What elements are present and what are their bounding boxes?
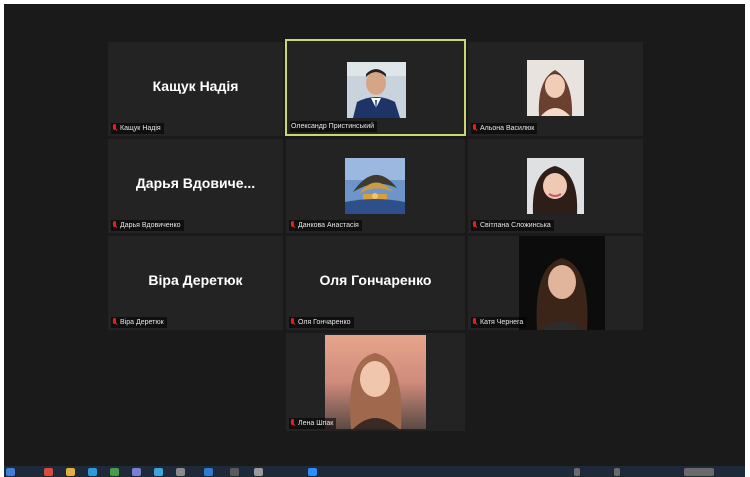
participant-label-text: Катя Чернега — [480, 319, 524, 326]
taskbar-app-icon[interactable] — [6, 468, 15, 476]
participant-tile[interactable]: Данкова Анастасія — [286, 139, 465, 233]
participant-name-display: Дарья Вдовиче... — [135, 174, 256, 191]
participant-name-display: Кащук Надія — [152, 77, 239, 94]
taskbar-app-icon[interactable] — [132, 468, 141, 476]
participant-video — [527, 158, 584, 214]
participant-video-image — [519, 236, 605, 330]
participant-label-text: Світлана Сложинська — [480, 222, 551, 229]
taskbar-app-icon[interactable] — [204, 468, 213, 476]
participant-name-display: Оля Гончаренко — [319, 271, 432, 288]
taskbar-app-icon[interactable] — [254, 468, 263, 476]
muted-mic-icon — [112, 318, 118, 327]
participant-video — [325, 335, 426, 429]
participant-video-image — [527, 158, 584, 214]
participant-label: Олександр Пристинський — [290, 121, 378, 132]
participant-video — [345, 158, 405, 214]
participant-label-text: Дарья Вдовиченко — [120, 222, 181, 229]
participant-label-text: Віра Деретюк — [120, 319, 164, 326]
participant-label-text: Оля Гончаренко — [298, 319, 351, 326]
taskbar-app-icon[interactable] — [176, 468, 185, 476]
participant-tile[interactable]: Лена Шпак — [286, 333, 465, 431]
muted-mic-icon — [290, 419, 296, 428]
muted-mic-icon — [290, 318, 296, 327]
participant-label-text: Альона Василюк — [480, 125, 535, 132]
participant-video-image — [325, 335, 426, 429]
participant-label: Катя Чернега — [471, 317, 527, 328]
taskbar-app-icon[interactable] — [110, 468, 119, 476]
muted-mic-icon — [290, 221, 296, 230]
muted-mic-icon — [472, 318, 478, 327]
participant-label-text: Олександр Пристинський — [291, 123, 375, 130]
participant-label-text: Лена Шпак — [298, 420, 334, 427]
participant-tile[interactable]: Катя Чернега — [468, 236, 643, 330]
participant-name-display: Віра Деретюк — [148, 271, 243, 288]
participant-label-text: Данкова Анастасія — [298, 222, 359, 229]
taskbar-app-icon[interactable] — [230, 468, 239, 476]
taskbar — [4, 466, 745, 477]
participant-label: Лена Шпак — [289, 418, 337, 429]
participant-video-image — [527, 60, 584, 116]
participant-video — [527, 60, 584, 116]
taskbar-app-icon[interactable] — [44, 468, 53, 476]
participant-label: Оля Гончаренко — [289, 317, 354, 328]
participant-tile[interactable]: Кащук Надія Кащук Надія — [108, 42, 283, 136]
muted-mic-icon — [472, 124, 478, 133]
tray-icon[interactable] — [614, 468, 620, 476]
taskbar-app-icon[interactable] — [154, 468, 163, 476]
meeting-window: Кащук Надія Кащук Надія Олександр Присти… — [4, 4, 745, 466]
participant-tile[interactable]: Дарья Вдовиче... Дарья Вдовиченко — [108, 139, 283, 233]
tray-icon[interactable] — [574, 468, 580, 476]
participant-label-text: Кащук Надія — [120, 125, 161, 132]
participant-label: Світлана Сложинська — [471, 220, 554, 231]
participant-tile[interactable]: Віра Деретюк Віра Деретюк — [108, 236, 283, 330]
muted-mic-icon — [472, 221, 478, 230]
participant-video-image — [345, 158, 405, 214]
participant-label: Альона Василюк — [471, 123, 538, 134]
participant-tile-active-speaker[interactable]: Олександр Пристинський — [285, 39, 466, 136]
muted-mic-icon — [112, 124, 118, 133]
taskbar-app-icon[interactable] — [66, 468, 75, 476]
taskbar-active-app-icon[interactable] — [308, 468, 317, 476]
participant-tile[interactable]: Оля Гончаренко Оля Гончаренко — [286, 236, 465, 330]
participant-video — [347, 62, 406, 118]
tray-icon[interactable] — [684, 468, 714, 476]
participant-video — [519, 236, 605, 330]
muted-mic-icon — [112, 221, 118, 230]
participant-label: Дарья Вдовиченко — [111, 220, 184, 231]
participant-tile[interactable]: Альона Василюк — [468, 42, 643, 136]
participant-label: Віра Деретюк — [111, 317, 167, 328]
participant-label: Кащук Надія — [111, 123, 164, 134]
participant-tile[interactable]: Світлана Сложинська — [468, 139, 643, 233]
participant-label: Данкова Анастасія — [289, 220, 362, 231]
participant-video-image — [347, 62, 406, 118]
taskbar-app-icon[interactable] — [88, 468, 97, 476]
